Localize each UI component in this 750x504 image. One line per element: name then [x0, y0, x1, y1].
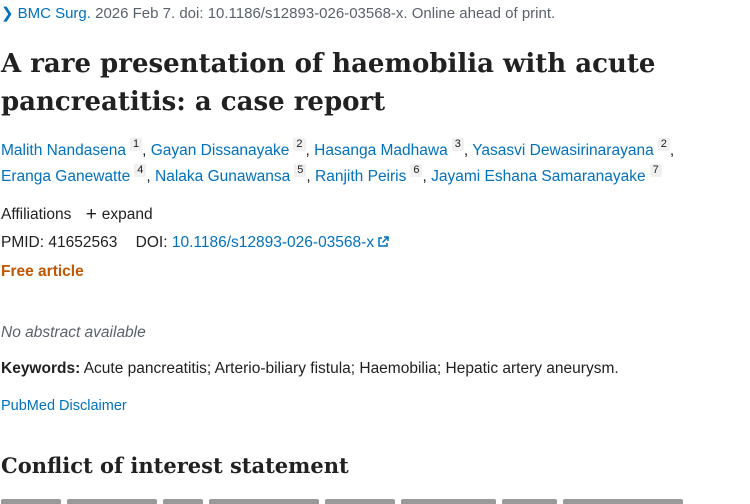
keywords-row: Keywords: Acute pancreatitis; Arterio-bi…	[1, 360, 619, 378]
chevron-right-icon[interactable]: ❯	[1, 5, 14, 22]
affiliation-ref[interactable]: 6	[410, 164, 423, 177]
authors-list: Malith Nandasena 1, Gayan Dissanayake 2, H…	[1, 138, 675, 185]
cut-off-text	[1, 492, 721, 504]
author-link[interactable]: Yasasvi Dewasirinarayana	[472, 142, 654, 159]
affiliation-ref[interactable]: 2	[293, 138, 306, 151]
author-link[interactable]: Gayan Dissanayake	[151, 142, 290, 159]
pmid-label: PMID:	[1, 234, 45, 251]
plus-icon: +	[85, 204, 97, 225]
no-abstract-text: No abstract available	[1, 324, 146, 341]
expand-label: expand	[101, 206, 153, 223]
free-article-badge: Free article	[1, 263, 84, 280]
pubmed-disclaimer-link[interactable]: PubMed Disclaimer	[1, 398, 127, 414]
expand-affiliations-button[interactable]: + expand	[85, 204, 153, 225]
pmid-value: 41652563	[48, 234, 118, 251]
identifiers-row: PMID: 41652563 DOI: 10.1186/s12893-026-0…	[1, 234, 389, 252]
affiliation-ref[interactable]: 2	[657, 138, 670, 151]
author-link[interactable]: Nalaka Gunawansa	[155, 168, 290, 185]
author-link[interactable]: Malith Nandasena	[1, 142, 126, 159]
doi-label: DOI:	[135, 234, 168, 251]
author-link[interactable]: Jayami Eshana Samaranayake	[431, 168, 646, 185]
external-link-icon	[378, 236, 389, 247]
affiliations-row: Affiliations + expand	[1, 204, 153, 225]
keywords-text: Acute pancreatitis; Arterio-biliary fist…	[83, 360, 619, 377]
affiliation-ref[interactable]: 5	[294, 164, 307, 177]
author-link[interactable]: Eranga Ganewatte	[1, 168, 130, 185]
citation-line: ❯ BMC Surg. 2026 Feb 7. doi: 10.1186/s128…	[1, 4, 555, 22]
affiliations-label: Affiliations	[1, 206, 72, 223]
author-link[interactable]: Ranjith Peiris	[315, 168, 406, 185]
affiliation-ref[interactable]: 7	[649, 164, 662, 177]
conflict-heading: Conflict of interest statement	[1, 453, 349, 478]
keywords-label: Keywords:	[1, 360, 81, 377]
citation-details: 2026 Feb 7. doi: 10.1186/s12893-026-0356…	[95, 5, 556, 22]
journal-link[interactable]: BMC Surg.	[18, 5, 91, 22]
affiliation-ref[interactable]: 1	[129, 138, 143, 151]
affiliation-ref[interactable]: 3	[451, 138, 464, 151]
doi-link[interactable]: 10.1186/s12893-026-03568-x	[172, 234, 389, 251]
affiliation-ref[interactable]: 4	[134, 164, 147, 177]
author-link[interactable]: Hasanga Madhawa	[314, 142, 448, 159]
article-title: A rare presentation of haemobilia with a…	[1, 49, 656, 117]
